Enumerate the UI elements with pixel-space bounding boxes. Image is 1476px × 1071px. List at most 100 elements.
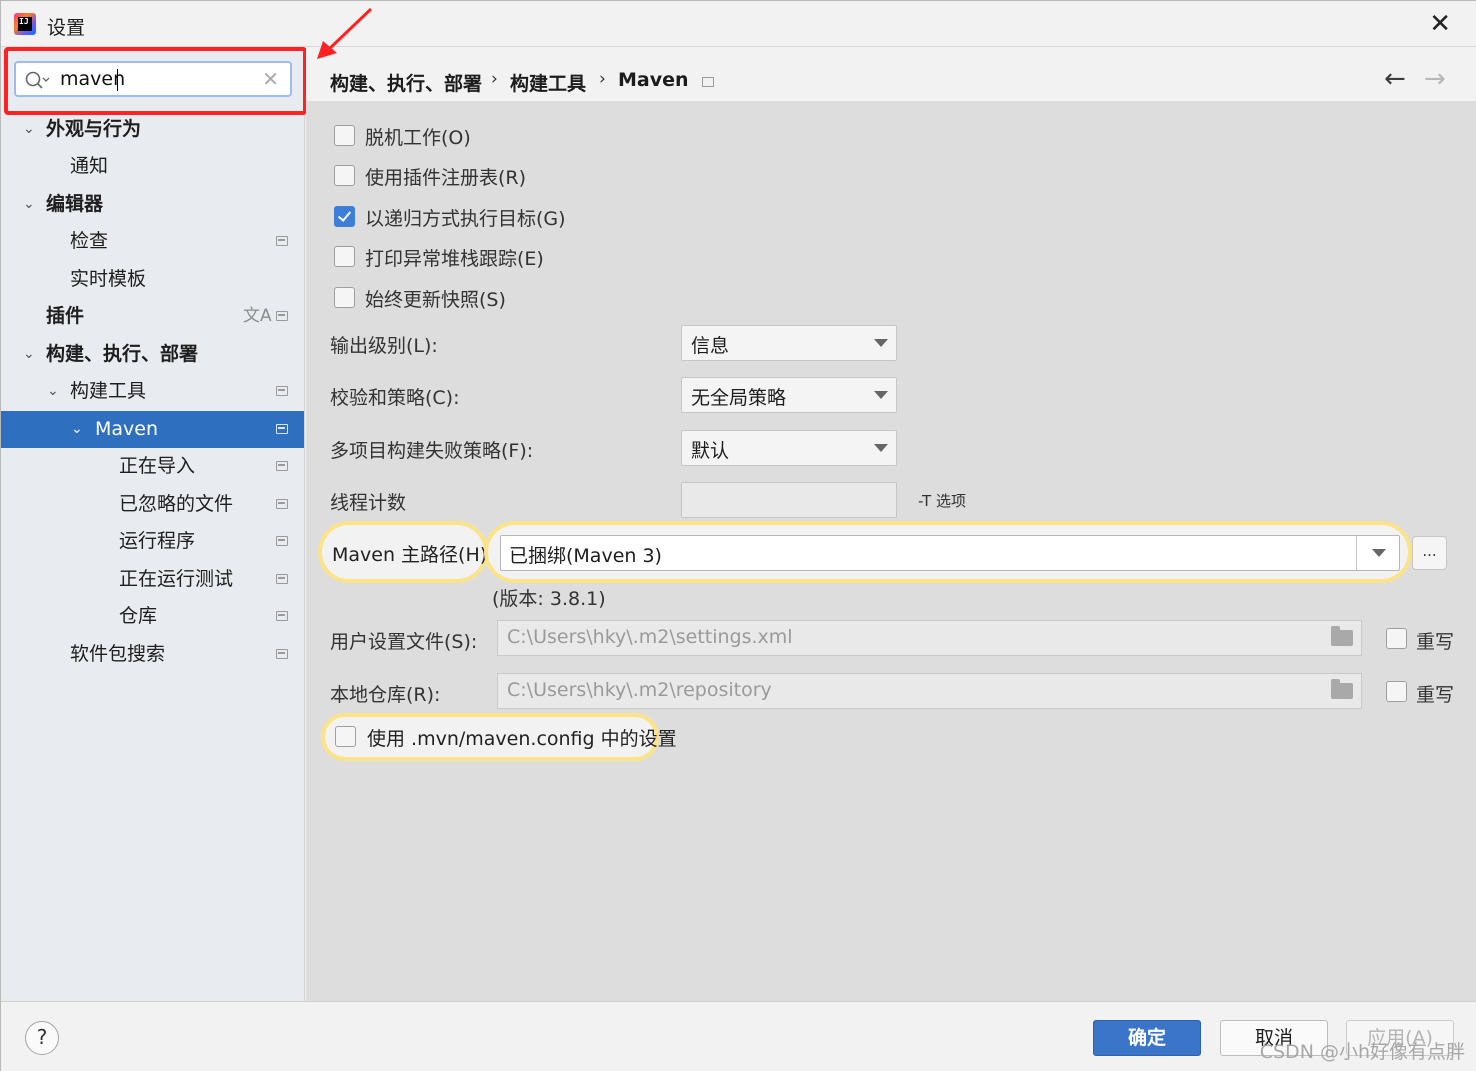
checkbox-box[interactable] xyxy=(1386,628,1407,649)
checkbox-box[interactable] xyxy=(335,726,356,747)
sidebar-item-label: 正在导入 xyxy=(119,455,196,477)
thread-count-label: 线程计数 xyxy=(330,492,407,514)
project-scope-icon xyxy=(276,574,288,584)
checkbox-label: 重写 xyxy=(1416,684,1455,706)
chevron-down-icon[interactable]: ⌄ xyxy=(71,411,83,448)
checksum-policy-label: 校验和策略(C): xyxy=(330,387,460,409)
sidebar-item-label: 外观与行为 xyxy=(46,118,142,140)
folder-icon[interactable] xyxy=(1331,626,1353,646)
checkbox-box[interactable] xyxy=(334,246,355,267)
sidebar-item-label: 构建、执行、部署 xyxy=(46,343,199,365)
forward-arrow-icon[interactable]: → xyxy=(1424,64,1446,94)
checkbox-label: 脱机工作(O) xyxy=(365,127,471,149)
sidebar-item-live-templates[interactable]: 实时模板 xyxy=(1,261,304,298)
settings-window: IJ 设置 ✕ maven ✕ ⌄ 外观与行为 通知 ⌄ 编辑器 检查 实时模板… xyxy=(0,0,1476,1071)
clear-search-icon[interactable]: ✕ xyxy=(262,67,279,91)
sidebar-item-label: 实时模板 xyxy=(70,268,147,290)
dropdown-arrow-icon xyxy=(874,444,888,452)
settings-content: 构建、执行、部署 › 构建工具 › Maven ← → 脱机工作(O) 使用插件… xyxy=(306,47,1476,1001)
sidebar-item-runner[interactable]: 运行程序 xyxy=(1,523,304,560)
local-repo-field[interactable]: C:\Users\hky\.m2\repository xyxy=(497,673,1362,709)
sidebar-item-label: 软件包搜索 xyxy=(70,643,166,665)
breadcrumb-separator: › xyxy=(491,69,498,89)
dropdown-arrow-icon xyxy=(874,391,888,399)
watermark: CSDN @小h好像有点胖 xyxy=(1259,1041,1465,1063)
checkbox-box[interactable] xyxy=(334,125,355,146)
sidebar-item-label: 编辑器 xyxy=(46,193,104,215)
sidebar-item-importing[interactable]: 正在导入 xyxy=(1,448,304,485)
checkbox-box[interactable] xyxy=(334,206,355,227)
sidebar-item-repositories[interactable]: 仓库 xyxy=(1,598,304,635)
sidebar-item-plugins[interactable]: 插件 文A xyxy=(1,298,304,335)
search-input[interactable]: maven ✕ xyxy=(14,61,292,97)
checkbox-label: 重写 xyxy=(1416,631,1455,653)
sidebar-item-ignored-files[interactable]: 已忽略的文件 xyxy=(1,486,304,523)
sidebar-item-maven[interactable]: ⌄ Maven xyxy=(1,411,304,448)
close-icon[interactable]: ✕ xyxy=(1429,9,1451,39)
sidebar-item-package-search[interactable]: 软件包搜索 xyxy=(1,636,304,673)
checkbox-box[interactable] xyxy=(1386,681,1407,702)
checksum-policy-select[interactable]: 无全局策略 xyxy=(681,377,897,413)
chevron-down-icon[interactable]: ⌄ xyxy=(23,186,35,223)
output-level-label: 输出级别(L): xyxy=(330,335,438,357)
sidebar-item-running-tests[interactable]: 正在运行测试 xyxy=(1,561,304,598)
divider xyxy=(1356,536,1357,570)
settings-sidebar: maven ✕ ⌄ 外观与行为 通知 ⌄ 编辑器 检查 实时模板 插件 文A ⌄ xyxy=(1,47,307,1001)
sidebar-item-label: 构建工具 xyxy=(70,380,147,402)
field-value: C:\Users\hky\.m2\repository xyxy=(507,679,772,701)
ok-button[interactable]: 确定 xyxy=(1093,1020,1201,1056)
user-settings-label: 用户设置文件(S): xyxy=(330,631,478,653)
project-scope-icon xyxy=(276,424,288,434)
dialog-footer: ? 确定 取消 应用(A) CSDN @小h好像有点胖 xyxy=(1,1001,1476,1071)
breadcrumb-item[interactable]: 构建、执行、部署 xyxy=(330,69,482,96)
sidebar-item-editor[interactable]: ⌄ 编辑器 xyxy=(1,186,304,223)
checkbox-label: 始终更新快照(S) xyxy=(365,289,506,311)
chevron-down-icon[interactable]: ⌄ xyxy=(23,336,35,373)
sidebar-item-build-tools[interactable]: ⌄ 构建工具 xyxy=(1,373,304,410)
project-scope-icon xyxy=(702,77,714,87)
sidebar-item-notifications[interactable]: 通知 xyxy=(1,148,304,185)
select-value: 已捆绑(Maven 3) xyxy=(509,545,662,567)
sidebar-item-label: 运行程序 xyxy=(119,530,196,552)
maven-home-label-highlight: Maven 主路径(H): xyxy=(318,521,494,583)
project-scope-icon xyxy=(276,536,288,546)
dropdown-arrow-icon[interactable] xyxy=(1372,549,1386,557)
project-scope-icon xyxy=(276,649,288,659)
dropdown-arrow-icon xyxy=(874,339,888,347)
checkbox-box[interactable] xyxy=(334,287,355,308)
breadcrumb-separator: › xyxy=(599,69,606,89)
breadcrumb-item: Maven xyxy=(618,69,689,91)
mvn-config-checkbox[interactable]: 使用 .mvn/maven.config 中的设置 xyxy=(321,713,677,761)
thread-count-input[interactable] xyxy=(681,482,897,518)
field-value: C:\Users\hky\.m2\settings.xml xyxy=(507,626,793,648)
checkbox-box[interactable] xyxy=(334,165,355,186)
chevron-down-icon[interactable]: ⌄ xyxy=(23,111,35,148)
search-icon xyxy=(25,71,50,89)
search-value: maven xyxy=(60,68,126,90)
translate-icon: 文A xyxy=(243,306,272,326)
breadcrumb-item[interactable]: 构建工具 xyxy=(510,69,586,96)
breadcrumb: 构建、执行、部署 › 构建工具 › Maven ← → xyxy=(306,47,1476,101)
folder-icon[interactable] xyxy=(1331,679,1353,699)
select-value: 无全局策略 xyxy=(691,387,787,409)
project-scope-icon xyxy=(276,311,288,321)
project-scope-icon xyxy=(276,611,288,621)
help-button[interactable]: ? xyxy=(25,1021,59,1055)
sidebar-item-appearance[interactable]: ⌄ 外观与行为 xyxy=(1,111,304,148)
maven-home-browse-button[interactable]: ... xyxy=(1412,536,1447,570)
maven-home-select[interactable]: 已捆绑(Maven 3) xyxy=(500,535,1400,571)
chevron-down-icon[interactable]: ⌄ xyxy=(47,373,59,410)
checkbox-label: 使用插件注册表(R) xyxy=(365,167,527,189)
checkbox-label: 以递归方式执行目标(G) xyxy=(365,208,566,230)
user-settings-field[interactable]: C:\Users\hky\.m2\settings.xml xyxy=(497,620,1362,656)
back-arrow-icon[interactable]: ← xyxy=(1384,64,1406,94)
annotation-arrow-icon xyxy=(317,7,373,59)
sidebar-item-build-execution-deployment[interactable]: ⌄ 构建、执行、部署 xyxy=(1,336,304,373)
output-level-select[interactable]: 信息 xyxy=(681,325,897,361)
project-scope-icon xyxy=(276,236,288,246)
checkbox-label: 打印异常堆栈跟踪(E) xyxy=(365,248,544,270)
multiproject-fail-select[interactable]: 默认 xyxy=(681,430,897,466)
checkbox-label: 使用 .mvn/maven.config 中的设置 xyxy=(367,728,677,750)
sidebar-item-label: 通知 xyxy=(70,155,109,177)
sidebar-item-inspections[interactable]: 检查 xyxy=(1,223,304,260)
